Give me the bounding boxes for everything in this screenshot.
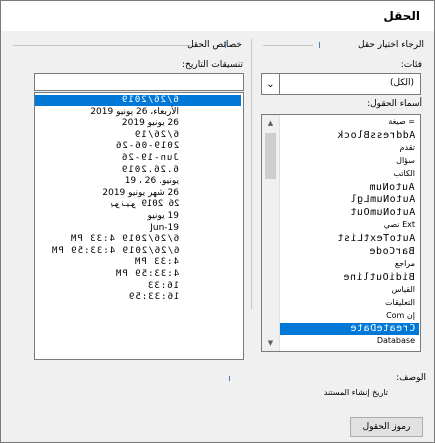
- date-format-item[interactable]: 26 يونيو 2019: [35, 199, 241, 210]
- date-format-text: 26 يونيو 2019: [108, 199, 179, 210]
- scroll-up-icon[interactable]: ▲: [262, 115, 279, 131]
- panel-divider: [251, 39, 252, 309]
- field-name-text: BarCode: [369, 246, 415, 257]
- field-names-scrollbar[interactable]: ▲ ▼: [262, 115, 280, 351]
- date-format-text: 6/26/19: [134, 129, 179, 140]
- date-format-item[interactable]: 26 يونيو 2019: [35, 118, 241, 129]
- field-name-item[interactable]: تقدم: [280, 143, 419, 155]
- date-format-item[interactable]: Jun-19-26: [35, 153, 241, 164]
- field-name-item[interactable]: Database: [280, 336, 419, 348]
- date-formats-list[interactable]: 6/26/2019 الأربعاء، 26 يونيو 2019 26 يونيو…: [34, 92, 244, 360]
- field-name-item[interactable]: BidiOutline: [280, 272, 419, 284]
- field-name-text: إن Com: [386, 310, 415, 320]
- date-format-item[interactable]: 16:33: [35, 281, 241, 292]
- date-format-item[interactable]: 6/26/19: [35, 130, 241, 141]
- scroll-down-icon[interactable]: ▼: [262, 335, 279, 351]
- field-name-item[interactable]: إن Com: [280, 311, 419, 323]
- field-names-label: أسماء الحقول:: [367, 99, 422, 109]
- field-name-text: Database: [376, 336, 415, 346]
- date-format-text: 4:33:59 PM: [114, 269, 179, 279]
- field-name-item[interactable]: القياس: [280, 285, 419, 297]
- date-format-text: 16:33:59: [127, 292, 179, 303]
- date-format-item[interactable]: 2019-06-26: [35, 141, 241, 152]
- field-name-item[interactable]: AutoNumOut: [280, 207, 419, 219]
- field-name-text: الكاتب: [393, 168, 415, 178]
- date-format-text: 16:33: [146, 280, 179, 291]
- date-formats-label: تنسيقات التاريخ:: [182, 60, 243, 70]
- field-name-text: CreateDate: [349, 323, 415, 335]
- date-format-item[interactable]: 6.26.2019: [35, 165, 241, 176]
- field-dialog: الحقل خصائص الحقل الرجاء اختيار حقل تنسي…: [0, 0, 435, 443]
- field-name-item[interactable]: AutoNum: [280, 182, 419, 194]
- date-format-text: 19 يونيو: [147, 211, 179, 221]
- scroll-thumb[interactable]: [265, 133, 276, 179]
- date-format-item[interactable]: 26 شهر يونيو 2019: [35, 188, 241, 199]
- date-format-item[interactable]: 19 يونيو: [35, 211, 241, 222]
- field-name-text: AutoTextList: [336, 233, 415, 245]
- date-format-text: 26 شهر يونيو 2019: [102, 187, 179, 198]
- field-name-item[interactable]: AutoTextList: [280, 233, 419, 245]
- description-label: الوصف:: [396, 373, 426, 383]
- left-heading-rule: [13, 45, 191, 46]
- date-format-text: 6/26/2019 4:33:59 PM: [50, 245, 179, 256]
- date-format-item[interactable]: الأربعاء، 26 يونيو 2019: [35, 107, 241, 118]
- field-name-item[interactable]: مراجع: [280, 259, 419, 271]
- field-name-text: التعليقات: [384, 297, 415, 307]
- date-format-item[interactable]: يونيو. 26 ، 19: [35, 176, 241, 187]
- field-names-list[interactable]: ▲ ▼ = صيغة AddressBlock تقدم سؤال الكاتب Auto…: [261, 114, 421, 352]
- date-format-text: 6.26.2019: [121, 164, 179, 175]
- field-name-item[interactable]: الكاتب: [280, 169, 419, 181]
- date-format-text: 6/26/2019 4:33 PM: [69, 234, 179, 245]
- field-name-text: سؤال: [396, 155, 415, 165]
- field-properties-heading: خصائص الحقل: [187, 40, 242, 50]
- field-name-text: AutoNum: [369, 181, 415, 193]
- date-format-item[interactable]: 6/26/2019: [35, 95, 241, 106]
- field-name-text: تقدم: [399, 142, 415, 152]
- field-name-item[interactable]: CreateDate: [280, 323, 419, 336]
- description-text: تاريخ إنشاء المستند: [323, 388, 388, 397]
- categories-selected-value: (الكل): [389, 78, 414, 88]
- date-format-text: 6/26/2019: [121, 95, 179, 105]
- date-format-item[interactable]: 4:33 PM: [35, 257, 241, 268]
- field-name-text: Ext نصي: [383, 220, 415, 230]
- field-name-item[interactable]: سؤال: [280, 156, 419, 168]
- date-format-item[interactable]: 6/26/2019 4:33:59 PM: [35, 246, 241, 257]
- field-name-item[interactable]: AddressBlock: [280, 130, 419, 142]
- date-format-item[interactable]: 16:33:59: [35, 292, 241, 303]
- description-tick: [229, 376, 230, 381]
- date-format-text: 4:33 PM: [134, 257, 179, 268]
- categories-label: فئات:: [400, 60, 422, 70]
- date-format-text: 2019-06-26: [114, 141, 179, 152]
- field-name-item[interactable]: = صيغة: [280, 117, 419, 129]
- date-format-item[interactable]: Jun-19: [35, 223, 241, 234]
- date-format-input[interactable]: [34, 73, 244, 91]
- categories-dropdown[interactable]: ⌄ (الكل): [261, 73, 421, 95]
- date-format-item[interactable]: 4:33:59 PM: [35, 269, 241, 280]
- date-format-text: Jun-19: [150, 222, 179, 233]
- field-codes-button[interactable]: رموز الحقول: [350, 417, 423, 437]
- dialog-title: الحقل: [383, 9, 420, 23]
- date-format-text: الأربعاء، 26 يونيو 2019: [90, 106, 179, 117]
- date-format-text: يونيو. 26 ، 19: [124, 176, 179, 187]
- right-heading-tick: [319, 42, 320, 48]
- field-name-text: AutoNumLgl: [349, 194, 415, 206]
- field-name-text: AddressBlock: [336, 129, 415, 141]
- date-format-text: Jun-19-26: [121, 153, 179, 163]
- choose-field-heading: الرجاء اختيار حقل: [358, 40, 424, 50]
- field-name-text: = صيغة: [388, 117, 415, 126]
- title-bar: الحقل: [1, 1, 434, 31]
- field-codes-button-label: رموز الحقول: [362, 422, 411, 432]
- field-name-item[interactable]: AutoNumLgl: [280, 194, 419, 206]
- field-name-item[interactable]: Ext نصي: [280, 220, 419, 232]
- date-format-text: 26 يونيو 2019: [121, 118, 179, 129]
- field-name-text: مراجع: [394, 258, 415, 268]
- field-name-text: القياس: [391, 284, 415, 294]
- field-name-text: BidiOutline: [343, 271, 415, 283]
- date-format-item[interactable]: 6/26/2019 4:33 PM: [35, 234, 241, 245]
- right-heading-rule: [263, 45, 313, 46]
- chevron-down-icon[interactable]: ⌄: [262, 74, 280, 94]
- field-name-text: AutoNumOut: [349, 207, 415, 219]
- field-name-item[interactable]: BarCode: [280, 246, 419, 258]
- field-name-item[interactable]: التعليقات: [280, 298, 419, 310]
